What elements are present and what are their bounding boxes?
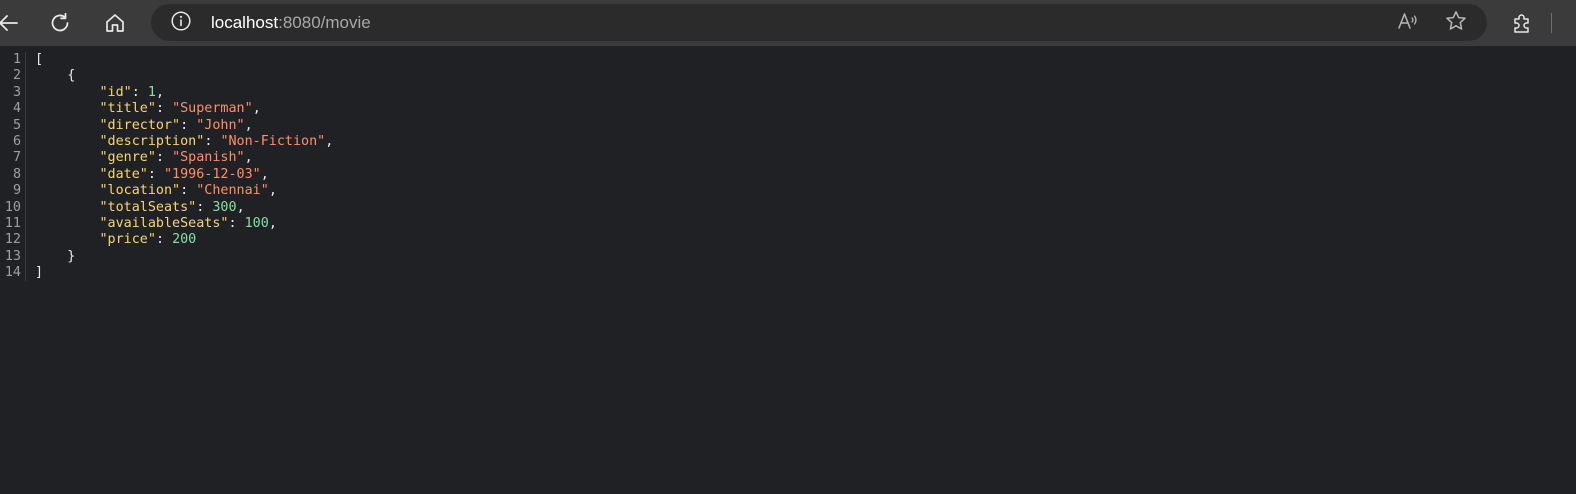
line-number: 11 [4,215,21,231]
line-number: 7 [12,150,21,166]
url-text[interactable]: localhost:8080/movie [211,12,371,33]
extensions-button[interactable] [1506,7,1538,39]
line-number: 8 [12,166,21,182]
line-number: 4 [12,101,21,117]
json-key: "date" [99,166,148,182]
json-property-line: "id": 1, [99,84,165,100]
star-icon [1444,9,1468,37]
browser-toolbar: localhost:8080/movie [0,0,1576,46]
line-number: 10 [4,199,21,215]
json-comma: , [244,150,253,166]
json-comma: , [155,84,164,100]
refresh-icon [49,12,71,34]
home-icon [104,12,126,34]
json-comma: , [236,199,245,215]
json-comma: , [244,117,253,133]
json-value: 200 [172,232,197,248]
json-code[interactable]: [ { "id": 1, "title": "Superman", "direc… [35,52,333,281]
json-comma: , [268,215,277,231]
json-key: "director" [99,117,181,133]
json-key: "title" [99,101,156,117]
code-line: } [35,249,333,265]
json-value: "John" [196,117,245,133]
json-key: "description" [99,133,205,149]
json-comma: , [268,183,277,199]
json-value: "Spanish" [172,150,245,166]
json-value: "1996-12-03" [164,166,261,182]
site-info-button[interactable] [169,11,193,35]
line-number: 2 [12,68,21,84]
json-property-line: "date": "1996-12-03", [99,166,269,182]
json-value: "Superman" [172,101,253,117]
json-key: "price" [99,232,156,248]
line-number: 9 [12,183,21,199]
puzzle-piece-icon [1510,11,1534,35]
refresh-button[interactable] [44,7,76,39]
url-path: :8080/movie [278,13,371,32]
json-comma: , [252,101,261,117]
json-viewer: 1 2 3 4 5 6 7 8 9 10 11 12 13 14 [ { "id… [0,46,1576,494]
json-value: 100 [244,215,269,231]
toolbar-divider [1551,13,1552,33]
home-button[interactable] [99,7,131,39]
json-key: "location" [99,183,181,199]
json-value: "Chennai" [196,183,269,199]
line-number: 3 [12,84,21,100]
json-value: 300 [212,199,237,215]
json-property-line: "director": "John", [99,117,253,133]
open-brace: { [67,68,76,84]
json-property-line: "availableSeats": 100, [99,215,277,231]
close-brace: } [67,248,76,264]
json-property-line: "price": 200 [99,232,197,248]
json-property-line: "totalSeats": 300, [99,199,245,215]
line-number: 6 [12,133,21,149]
back-arrow-icon [0,12,19,34]
json-property-line: "title": "Superman", [99,101,261,117]
line-number-gutter: 1 2 3 4 5 6 7 8 9 10 11 12 13 14 [0,52,26,282]
line-number: 14 [4,265,21,281]
json-property-line: "location": "Chennai", [99,183,277,199]
url-host: localhost [211,13,279,32]
json-key: "genre" [99,150,156,166]
back-button[interactable] [0,7,24,39]
info-icon [170,10,192,36]
json-property-line: "description": "Non-Fiction", [99,133,334,149]
code-line: { [35,68,333,84]
close-bracket: ] [35,265,44,281]
line-number: 12 [4,232,21,248]
address-bar[interactable]: localhost:8080/movie [151,4,1487,41]
json-property-line: "genre": "Spanish", [99,150,253,166]
line-number: 5 [12,117,21,133]
json-comma: , [260,166,269,182]
json-key: "id" [99,84,132,100]
open-bracket: [ [35,52,44,67]
code-line: ] [35,265,333,281]
json-value: 1 [147,84,156,100]
line-number: 1 [12,52,21,67]
json-value: "Non-Fiction" [220,133,326,149]
code-line: [ [35,52,333,68]
json-key: "availableSeats" [99,215,229,231]
json-comma: , [325,133,334,149]
json-key: "totalSeats" [99,199,197,215]
read-aloud-button[interactable] [1395,10,1421,36]
line-number: 13 [4,248,21,264]
read-aloud-icon [1396,9,1420,37]
favorite-button[interactable] [1443,10,1469,36]
